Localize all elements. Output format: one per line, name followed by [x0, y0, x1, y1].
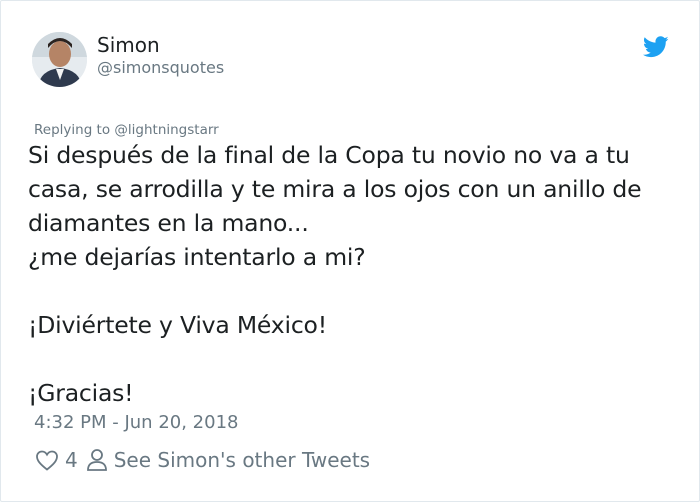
heart-icon[interactable] — [35, 449, 59, 471]
like-count: 4 — [65, 448, 78, 472]
author-name[interactable]: Simon — [97, 33, 160, 57]
tweet-line: casa, se arrodilla y te mira a los ojos … — [28, 175, 642, 203]
person-icon — [86, 448, 108, 472]
tweet-line: Si después de la final de la Copa tu nov… — [28, 141, 630, 169]
tweet-text: Si después de la final de la Copa tu nov… — [28, 138, 688, 410]
tweet-line: ¡Diviértete y Viva México! — [28, 311, 327, 339]
avatar[interactable] — [32, 32, 87, 87]
author-handle[interactable]: @simonsquotes — [97, 58, 224, 78]
twitter-bird-icon[interactable] — [642, 36, 669, 58]
tweet-line: ¿me dejarías intentarlo a mi? — [28, 243, 366, 271]
see-other-tweets-link[interactable]: See Simon's other Tweets — [114, 448, 370, 472]
tweet-timestamp[interactable]: 4:32 PM - Jun 20, 2018 — [34, 412, 238, 434]
replying-to[interactable]: Replying to @lightningstarr — [34, 121, 219, 139]
tweet-card: Simon @simonsquotes Replying to @lightni… — [0, 0, 700, 502]
tweet-line: ¡Gracias! — [28, 379, 134, 407]
tweet-actions: 4 See Simon's other Tweets — [35, 448, 370, 472]
tweet-line: diamantes en la mano... — [28, 209, 309, 237]
